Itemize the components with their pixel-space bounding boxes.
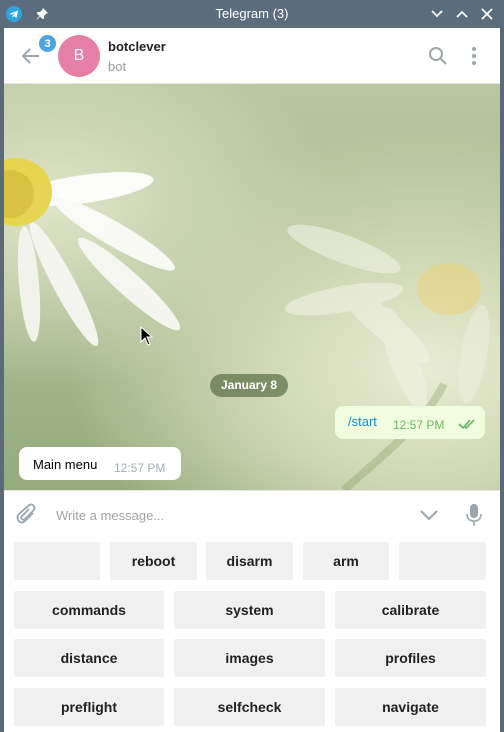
- bot-button-system[interactable]: system: [174, 591, 325, 629]
- bot-button-distance[interactable]: distance: [14, 639, 164, 677]
- bot-button-profiles[interactable]: profiles: [335, 639, 486, 677]
- microphone-icon[interactable]: [466, 503, 482, 527]
- message-input[interactable]: [56, 504, 406, 526]
- telegram-window: 3 B botclever bot January 8 /start 12:57…: [4, 28, 500, 732]
- outgoing-message[interactable]: /start 12:57 PM: [335, 406, 485, 439]
- close-icon[interactable]: [478, 5, 496, 23]
- chat-title[interactable]: botclever: [108, 39, 166, 54]
- paperclip-icon[interactable]: [16, 503, 38, 527]
- bot-button-arm[interactable]: arm: [303, 542, 389, 580]
- avatar[interactable]: B: [58, 35, 100, 77]
- message-history[interactable]: January 8 /start 12:57 PM Main menu 12:5…: [4, 84, 500, 490]
- bot-button-preflight[interactable]: preflight: [14, 688, 164, 726]
- bot-button-navigate[interactable]: navigate: [335, 688, 486, 726]
- bot-keyboard: reboot disarm arm commands system calibr…: [4, 538, 500, 732]
- chat-status: bot: [108, 59, 127, 74]
- bot-button-disarm[interactable]: disarm: [206, 542, 293, 580]
- search-icon[interactable]: [428, 46, 448, 66]
- chevron-down-icon[interactable]: [418, 506, 440, 524]
- compose-bar: [4, 490, 500, 538]
- incoming-message[interactable]: Main menu 12:57 PM: [19, 447, 181, 480]
- bot-button-blank[interactable]: [399, 542, 486, 580]
- chevron-down-icon[interactable]: [428, 5, 446, 23]
- chevron-up-icon[interactable]: [453, 5, 471, 23]
- chat-header: 3 B botclever bot: [4, 28, 500, 84]
- message-text: Main menu: [33, 457, 98, 472]
- date-separator: January 8: [210, 374, 289, 397]
- bot-button-selfcheck[interactable]: selfcheck: [174, 688, 325, 726]
- bot-button-images[interactable]: images: [174, 639, 325, 677]
- message-text[interactable]: /start: [348, 414, 377, 429]
- double-check-icon: [458, 419, 475, 430]
- message-time: 12:57 PM: [114, 461, 166, 475]
- bot-button-blank[interactable]: [14, 542, 100, 580]
- message-time: 12:57 PM: [393, 418, 445, 432]
- bot-button-calibrate[interactable]: calibrate: [335, 591, 486, 629]
- mouse-cursor-icon: [140, 326, 154, 346]
- bot-button-reboot[interactable]: reboot: [110, 542, 197, 580]
- bot-button-commands[interactable]: commands: [14, 591, 164, 629]
- window-titlebar: Telegram (3): [0, 0, 504, 28]
- unread-badge: 3: [38, 34, 57, 53]
- more-vertical-icon[interactable]: [466, 46, 482, 66]
